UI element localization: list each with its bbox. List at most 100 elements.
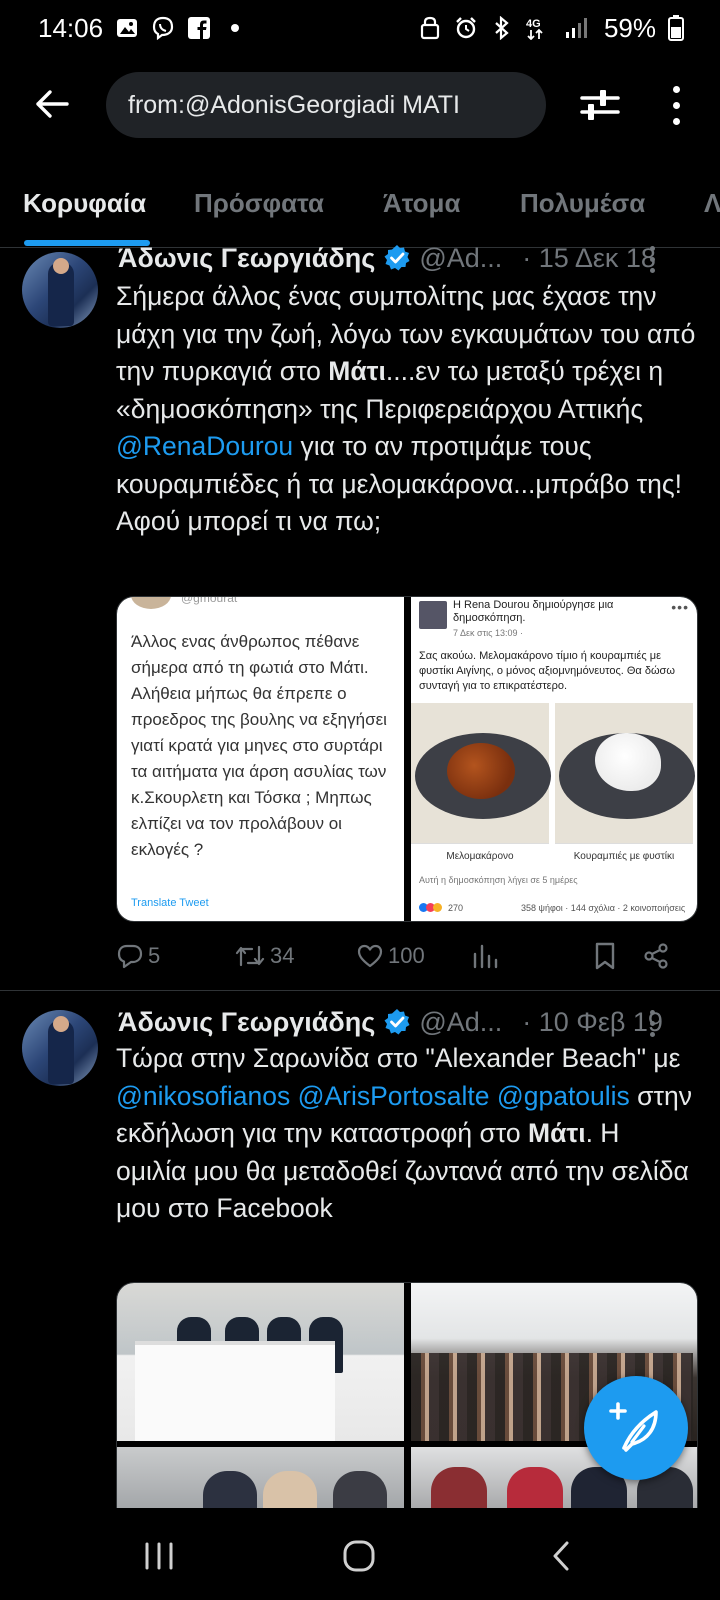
search-header: from:@AdonisGeorgiadi ΜΑΤΙ <box>0 70 720 140</box>
retweet-icon <box>235 945 265 967</box>
home-button[interactable] <box>334 1536 384 1576</box>
battery-icon <box>668 15 684 41</box>
poll-footer: Αυτή η δημοσκόπηση λήγει σε 5 ημέρες <box>419 875 578 885</box>
tweet-divider <box>0 990 720 991</box>
vertical-dots-icon <box>650 1010 655 1015</box>
bluetooth-icon <box>490 16 514 40</box>
reply-count: 5 <box>148 943 161 968</box>
poll-votes: 358 ψήφοι · 144 σχόλια · 2 κοινοποιήσεις <box>521 903 686 913</box>
status-bar: 14:06 4G 59% <box>0 0 720 56</box>
compose-tweet-button[interactable] <box>584 1376 688 1480</box>
status-time: 14:06 <box>38 12 104 43</box>
status-right: 4G 59% <box>418 13 684 44</box>
recent-apps-icon <box>145 1542 173 1570</box>
fb-avatar <box>419 601 447 629</box>
reaction-count: 270 <box>448 903 464 913</box>
tweet-more-button[interactable] <box>650 246 658 273</box>
tweet-date[interactable]: · 15 Δεκ 18 <box>522 243 656 274</box>
recent-apps-button[interactable] <box>134 1536 184 1576</box>
tweet-media[interactable]: @gmourat Άλλος ενας άνθρωπος πέθανε σήμε… <box>116 596 698 922</box>
tweet[interactable]: Άδωνις Γεωργιάδης @Ad... · 15 Δεκ 18 Σήμ… <box>0 243 720 990</box>
author-name[interactable]: Άδωνις Γεωργιάδης <box>118 243 375 274</box>
tweet-text-part: Τώρα στην Σαρωνίδα στο "Alexander Beach"… <box>116 1043 681 1073</box>
search-input[interactable]: from:@AdonisGeorgiadi ΜΑΤΙ <box>106 72 546 138</box>
tab-top[interactable]: Κορυφαία <box>23 188 146 219</box>
home-icon <box>343 1540 375 1572</box>
screenshot-handle: @gmourat <box>181 597 238 605</box>
bookmark-button[interactable] <box>592 936 618 976</box>
battery-percent: 59% <box>603 12 656 43</box>
mention-link[interactable]: @gpatoulis <box>497 1081 630 1111</box>
back-nav-button[interactable] <box>536 1536 586 1576</box>
like-button[interactable]: 100 <box>356 936 425 976</box>
signal-icon <box>564 16 588 40</box>
share-button[interactable] <box>642 936 670 976</box>
reply-button[interactable]: 5 <box>116 936 160 976</box>
speech-bubble-icon <box>117 944 143 969</box>
tweet-more-button[interactable] <box>650 1010 658 1037</box>
vertical-dots-icon <box>672 85 680 93</box>
mention-link[interactable]: @RenaDourou <box>116 431 293 461</box>
search-tabs: Κορυφαία Πρόσφατα Άτομα Πολυμέσα Λ <box>0 180 720 248</box>
tweet-text: Τώρα στην Σαρωνίδα στο "Alexander Beach"… <box>116 1040 696 1228</box>
screenshot-translate-link: Translate Tweet <box>131 897 209 909</box>
tweet-date[interactable]: · 10 Φεβ 19 <box>522 1007 663 1038</box>
screenshot-avatar <box>131 597 171 609</box>
vertical-dots-icon <box>650 246 655 251</box>
melomakarono-photo <box>411 703 551 843</box>
network-4g-icon: 4G <box>526 16 552 40</box>
event-photo-panel[interactable] <box>117 1283 404 1441</box>
retweet-button[interactable]: 34 <box>234 936 294 976</box>
alarm-lock-icon <box>418 16 442 40</box>
screenshot-text: Άλλος ενας άνθρωπος πέθανε σήμερα από τη… <box>131 632 387 859</box>
gallery-icon <box>115 16 139 40</box>
feather-plus-icon <box>609 1402 658 1452</box>
avatar[interactable] <box>22 1010 98 1086</box>
mention-link[interactable]: @nikosofianos <box>116 1081 290 1111</box>
bar-chart-icon <box>473 944 498 969</box>
tab-lists[interactable]: Λ <box>704 188 720 219</box>
retweet-count: 34 <box>270 943 295 968</box>
fb-title: Η Rena Dourou δημιούργησε μια δημοσκόπησ… <box>453 599 614 624</box>
tab-media[interactable]: Πολυμέσα <box>520 188 645 219</box>
verified-badge-icon <box>383 244 411 272</box>
back-button[interactable] <box>32 84 72 124</box>
poll-stats: 270 358 ψήφοι · 144 σχόλια · 2 κοινοποιή… <box>419 903 689 913</box>
poll-option-2: Κουραμπιές με φυστίκι <box>555 843 693 869</box>
tweet-header: Άδωνις Γεωργιάδης @Ad... · 15 Δεκ 18 <box>118 240 698 276</box>
arrow-left-icon <box>36 90 69 118</box>
author-handle[interactable]: @Ad... <box>419 243 502 274</box>
filter-button[interactable] <box>578 84 622 126</box>
kourabies-photo <box>555 703 695 843</box>
tab-latest[interactable]: Πρόσφατα <box>194 188 324 219</box>
media-image-tweet-screenshot[interactable]: @gmourat Άλλος ενας άνθρωπος πέθανε σήμε… <box>117 597 404 921</box>
avatar[interactable] <box>22 252 98 328</box>
facebook-icon <box>187 16 211 40</box>
svg-text:4G: 4G <box>526 18 541 30</box>
tweet-header: Άδωνις Γεωργιάδης @Ad... · 10 Φεβ 19 <box>118 1004 698 1040</box>
author-name[interactable]: Άδωνις Γεωργιάδης <box>118 1007 375 1038</box>
like-count: 100 <box>388 943 425 968</box>
mention-link[interactable]: @ArisPortosalte <box>298 1081 490 1111</box>
notification-dot-icon <box>223 16 247 40</box>
heart-icon <box>357 944 383 968</box>
bookmark-icon <box>595 942 615 970</box>
viber-icon <box>151 16 175 40</box>
fb-date: 7 Δεκ στις 13:09 · <box>453 628 524 638</box>
status-left: 14:06 <box>38 13 247 44</box>
alarm-icon <box>454 16 478 40</box>
search-query: from:@AdonisGeorgiadi ΜΑΤΙ <box>128 90 460 119</box>
share-icon <box>644 943 668 969</box>
fb-more-icon: ••• <box>671 599 689 615</box>
chevron-left-icon <box>553 1541 569 1571</box>
verified-badge-icon <box>383 1008 411 1036</box>
highlighted-keyword: Μάτι <box>328 356 386 386</box>
system-navigation-bar <box>0 1508 720 1600</box>
event-photo-group-1[interactable] <box>117 1447 404 1508</box>
author-handle[interactable]: @Ad... <box>419 1007 502 1038</box>
highlighted-keyword: Μάτι <box>528 1118 586 1148</box>
views-button[interactable] <box>472 936 498 976</box>
media-image-facebook-poll[interactable]: Η Rena Dourou δημιούργησε μια δημοσκόπησ… <box>411 597 697 921</box>
tab-people[interactable]: Άτομα <box>383 188 460 219</box>
more-options-button[interactable] <box>656 80 696 130</box>
